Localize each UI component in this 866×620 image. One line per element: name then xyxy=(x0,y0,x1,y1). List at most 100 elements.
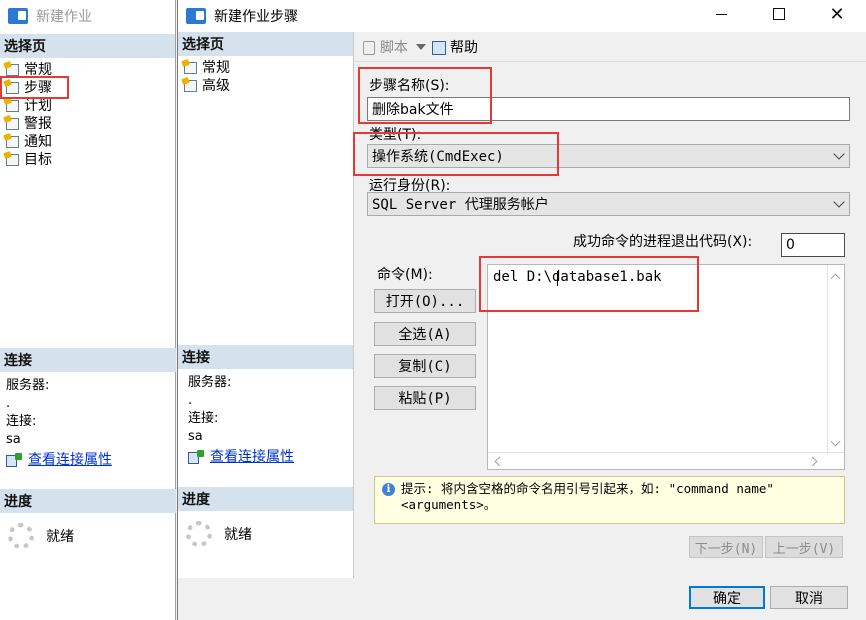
step-name-input[interactable]: 删除bak文件 xyxy=(367,97,850,121)
bg-page-label: 计划 xyxy=(24,98,52,114)
type-label: 类型(T): xyxy=(369,127,422,143)
bg-page-targets[interactable]: 目标 xyxy=(2,150,175,168)
page-icon xyxy=(4,80,20,94)
connection-label: 连接: xyxy=(188,411,219,426)
page-icon xyxy=(4,134,20,148)
connection-value: sa xyxy=(188,429,203,444)
tip-box: i 提示: 将内含空格的命令名用引号引起来，如: "command name" … xyxy=(374,476,845,524)
scroll-right-icon xyxy=(807,456,818,467)
server-value: . xyxy=(188,393,193,408)
page-label: 常规 xyxy=(202,60,230,76)
dialog-progress-header: 进度 xyxy=(178,487,353,511)
bg-page-schedules[interactable]: 计划 xyxy=(2,96,175,114)
progress-spinner-icon xyxy=(8,523,34,549)
select-page-header: 选择页 xyxy=(0,34,175,58)
bg-page-alerts[interactable]: 警报 xyxy=(2,114,175,132)
ok-button[interactable]: 确定 xyxy=(689,586,765,609)
bg-page-label: 目标 xyxy=(24,152,52,168)
chevron-down-icon xyxy=(416,43,426,50)
dialog-select-page-header: 选择页 xyxy=(178,32,353,56)
close-button[interactable]: ✕ xyxy=(808,0,866,28)
help-label: 帮助 xyxy=(450,39,478,56)
page-icon xyxy=(4,152,20,166)
minimize-icon xyxy=(715,13,727,15)
ok-button-label: 确定 xyxy=(713,590,741,607)
open-button[interactable]: 打开(O)... xyxy=(374,289,476,313)
maximize-icon xyxy=(773,8,785,20)
app-icon xyxy=(8,8,28,24)
cancel-button-label: 取消 xyxy=(795,590,823,607)
bg-titlebar: 新建作业 xyxy=(0,0,175,32)
server-value: . xyxy=(6,396,11,411)
minimize-button[interactable] xyxy=(692,0,750,28)
background-window: 新建作业 选择页 常规 步骤 计划 警报 通知 目标 连接 服务器: . 连接:… xyxy=(0,0,176,620)
dialog-title: 新建作业步骤 xyxy=(214,9,298,25)
bg-connection-header: 连接 xyxy=(0,348,176,372)
script-button[interactable]: 脚本 xyxy=(362,37,426,57)
connection-value: sa xyxy=(6,432,21,447)
chevron-down-icon xyxy=(829,194,849,214)
bg-progress-header: 进度 xyxy=(0,489,176,513)
step-dialog: 新建作业步骤 ✕ 选择页 常规 高级 连接 服务器: . 连接: sa 查看连接… xyxy=(177,0,866,620)
copy-button-label: 复制(C) xyxy=(398,359,452,375)
previous-step-label: 上一步(V) xyxy=(772,541,836,557)
help-icon xyxy=(432,40,446,55)
dialog-right-pane: 脚本 帮助 步骤名称(S): 删除bak文件 类型(T): 操作系统(CmdEx… xyxy=(354,32,866,578)
dialog-toolbar: 脚本 帮助 xyxy=(354,32,866,62)
dialog-titlebar: 新建作业步骤 ✕ xyxy=(178,0,866,32)
view-connection-properties-link[interactable]: 查看连接属性 xyxy=(28,451,112,469)
command-text: del D:\database1.bak xyxy=(493,269,662,285)
bg-page-steps[interactable]: 步骤 xyxy=(2,78,175,96)
command-horizontal-scrollbar[interactable] xyxy=(488,452,844,469)
connection-properties-icon xyxy=(6,453,22,467)
bg-page-list: 常规 步骤 计划 警报 通知 目标 xyxy=(0,58,175,168)
copy-button[interactable]: 复制(C) xyxy=(374,354,476,378)
paste-button-label: 粘贴(P) xyxy=(398,391,452,407)
connection-label: 连接: xyxy=(6,414,37,429)
view-connection-properties-link[interactable]: 查看连接属性 xyxy=(210,448,294,466)
bg-page-label: 警报 xyxy=(24,116,52,132)
progress-status: 就绪 xyxy=(224,527,252,543)
page-advanced[interactable]: 高级 xyxy=(180,76,353,94)
paste-button[interactable]: 粘贴(P) xyxy=(374,386,476,410)
command-textarea[interactable]: del D:\database1.bak xyxy=(487,264,845,470)
scroll-up-icon xyxy=(830,273,841,284)
bg-page-label: 通知 xyxy=(24,134,52,150)
maximize-button[interactable] xyxy=(750,0,808,28)
bg-connection-info: 服务器: . 连接: sa 查看连接属性 xyxy=(0,372,176,474)
select-all-button[interactable]: 全选(A) xyxy=(374,322,476,346)
next-step-button[interactable]: 下一步(N) xyxy=(689,536,763,558)
dialog-left-pane: 选择页 常规 高级 连接 服务器: . 连接: sa 查看连接属性 进度 就绪 xyxy=(178,32,354,578)
progress-status: 就绪 xyxy=(46,529,74,545)
command-vertical-scrollbar[interactable] xyxy=(827,265,844,469)
exit-code-label: 成功命令的进程退出代码(X): xyxy=(573,234,753,250)
bg-page-notifications[interactable]: 通知 xyxy=(2,132,175,150)
script-label: 脚本 xyxy=(380,39,408,56)
run-as-select[interactable]: SQL Server 代理服务帐户 xyxy=(367,192,850,216)
cancel-button[interactable]: 取消 xyxy=(770,586,848,609)
page-general[interactable]: 常规 xyxy=(180,58,353,76)
page-label: 高级 xyxy=(202,78,230,94)
page-icon xyxy=(182,78,198,92)
scroll-down-icon xyxy=(830,436,841,447)
bg-progress-row: 就绪 xyxy=(0,513,176,559)
script-icon xyxy=(362,40,376,55)
select-all-button-label: 全选(A) xyxy=(398,327,452,343)
exit-code-input[interactable]: 0 xyxy=(781,233,845,257)
next-step-label: 下一步(N) xyxy=(694,541,758,557)
text-cursor xyxy=(557,271,558,286)
dialog-connection-info: 服务器: . 连接: sa 查看连接属性 xyxy=(178,369,353,471)
server-label: 服务器: xyxy=(188,375,232,390)
bg-page-label: 步骤 xyxy=(24,80,52,96)
tip-text: 提示: 将内含空格的命令名用引号引起来，如: "command name" <a… xyxy=(401,481,774,512)
type-select[interactable]: 操作系统(CmdExec) xyxy=(367,144,850,168)
bg-page-label: 常规 xyxy=(24,62,52,78)
dialog-progress-row: 就绪 xyxy=(178,511,353,557)
scroll-left-icon xyxy=(494,456,505,467)
previous-step-button[interactable]: 上一步(V) xyxy=(765,536,843,558)
progress-spinner-icon xyxy=(186,521,212,547)
bg-page-general[interactable]: 常规 xyxy=(2,60,175,78)
page-icon xyxy=(4,62,20,76)
page-icon xyxy=(4,98,20,112)
help-button[interactable]: 帮助 xyxy=(432,37,478,57)
